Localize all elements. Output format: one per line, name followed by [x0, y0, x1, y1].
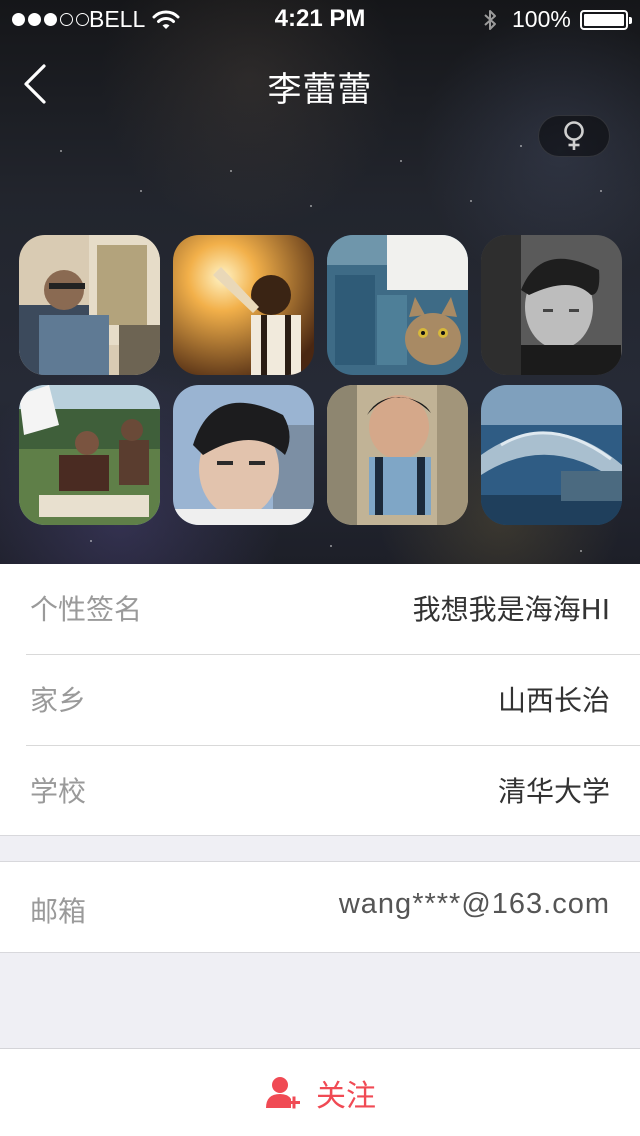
star-dot [520, 145, 522, 147]
star-dot [230, 170, 232, 172]
star-dot [140, 190, 142, 192]
photo-thumbnail[interactable] [19, 235, 160, 375]
email-row: 邮箱 wang****@163.com [0, 862, 640, 952]
follow-button[interactable]: 关注 [0, 1048, 640, 1136]
star-dot [60, 150, 62, 152]
photo-thumbnail[interactable] [481, 235, 622, 375]
photo-man-looking-up-icon [327, 385, 468, 525]
page-title: 李蕾蕾 [267, 70, 373, 110]
star-dot [470, 200, 472, 202]
hometown-value: 山西长治 [497, 684, 610, 717]
school-value: 清华大学 [497, 775, 610, 808]
photo-thumbnail[interactable] [173, 235, 314, 375]
photo-thumbnail[interactable] [19, 385, 160, 525]
photo-grid [19, 235, 622, 525]
photo-thumbnail[interactable] [327, 235, 468, 375]
star-dot [580, 550, 582, 552]
email-label: 邮箱 [30, 895, 87, 928]
school-row: 学校 清华大学 [0, 746, 640, 836]
star-dot [310, 205, 312, 207]
school-label: 学校 [30, 775, 87, 808]
follow-label: 关注 [316, 1078, 376, 1114]
email-value: wang****@163.com [338, 888, 610, 920]
battery-icon [580, 10, 632, 30]
star-dot [600, 190, 602, 192]
photo-man-bw-portrait-icon [481, 235, 622, 375]
hometown-label: 家乡 [30, 684, 87, 717]
photo-stone-bridge-icon [481, 385, 622, 525]
hometown-row: 家乡 山西长治 [0, 655, 640, 745]
photo-man-closeup-icon [173, 385, 314, 525]
profile-info-section: 个性签名 我想我是海海HI 家乡 山西长治 学校 清华大学 [0, 564, 640, 836]
status-bar: BELL 4:21 PM 100% [0, 0, 640, 40]
star-dot [90, 540, 92, 542]
photo-thumbnail[interactable] [327, 385, 468, 525]
bluetooth-icon [484, 10, 496, 30]
signature-row: 个性签名 我想我是海海HI [0, 564, 640, 654]
photo-man-with-painting-icon [19, 235, 160, 375]
photo-man-sunset-icon [173, 235, 314, 375]
contact-info-section: 邮箱 wang****@163.com [0, 861, 640, 953]
female-icon [564, 121, 584, 150]
gender-badge [538, 115, 610, 157]
photo-thumbnail[interactable] [173, 385, 314, 525]
signature-value: 我想我是海海HI [412, 593, 610, 626]
add-user-icon [266, 1076, 300, 1108]
star-dot [330, 545, 332, 547]
photo-cat-window-icon [327, 235, 468, 375]
photo-picnic-couple-icon [19, 385, 160, 525]
battery-percent: 100% [512, 6, 571, 32]
photo-thumbnail[interactable] [481, 385, 622, 525]
star-dot [400, 160, 402, 162]
signature-label: 个性签名 [30, 593, 143, 626]
profile-header: BELL 4:21 PM 100% 李蕾蕾 [0, 0, 640, 564]
